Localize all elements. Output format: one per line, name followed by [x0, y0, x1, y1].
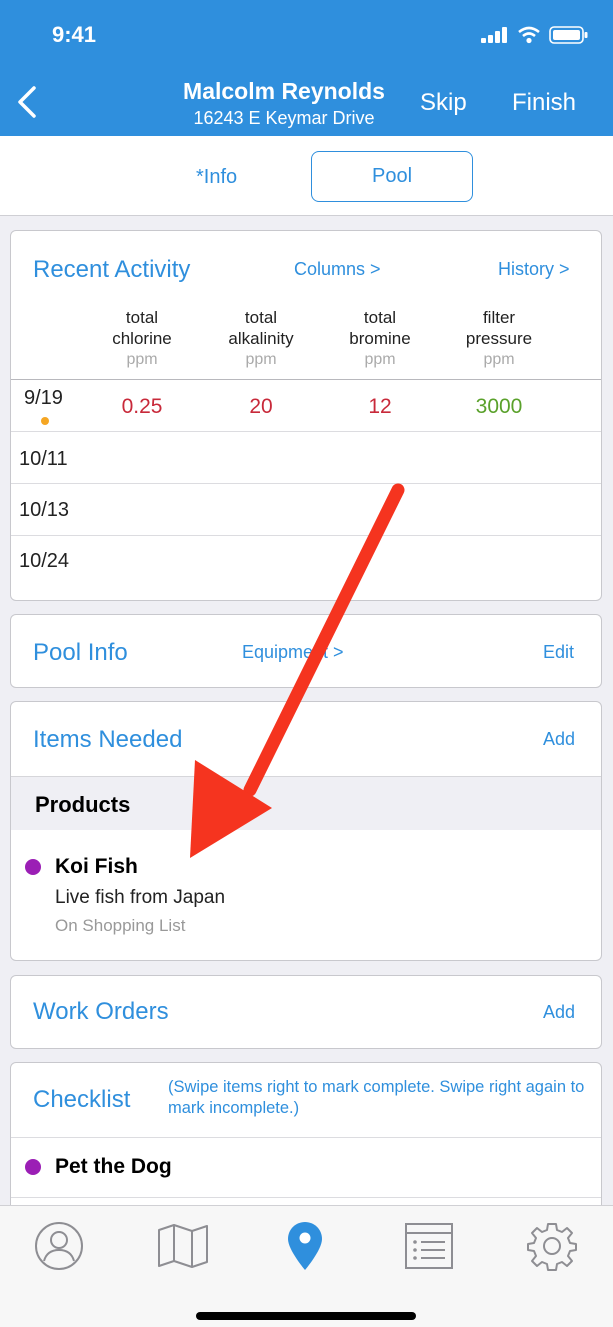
checklist-title: Checklist: [33, 1086, 131, 1113]
column-header-line2: chlorine: [112, 329, 172, 348]
item-description: Live fish from Japan: [55, 887, 226, 908]
add-item-link[interactable]: Add: [543, 729, 575, 750]
products-section-label: Products: [35, 792, 131, 817]
column-header-unit: ppm: [126, 351, 158, 368]
add-work-order-link[interactable]: Add: [543, 1002, 575, 1023]
edit-link[interactable]: Edit: [543, 642, 574, 663]
pool-info-card: Pool Info Equipment > Edit: [10, 614, 602, 688]
home-indicator: [196, 1312, 416, 1320]
tab-pool[interactable]: Pool: [311, 151, 473, 202]
column-header-line1: total: [363, 308, 397, 327]
tab-info[interactable]: *Info: [196, 166, 237, 189]
nav-list[interactable]: [399, 1216, 459, 1276]
row-divider: [11, 431, 601, 432]
profile-icon: [35, 1222, 83, 1270]
table-divider: [11, 379, 601, 380]
column-header-line2: pressure: [465, 329, 533, 348]
battery-icon: [549, 26, 588, 44]
map-icon: [158, 1224, 208, 1268]
table-cell[interactable]: 12: [325, 395, 435, 419]
status-time: 9:41: [52, 22, 97, 47]
row-date[interactable]: 10/11: [19, 448, 68, 471]
row-date[interactable]: 10/24: [19, 550, 69, 573]
list-item[interactable]: Koi Fish Live fish from Japan On Shoppin…: [11, 830, 601, 960]
pool-info-title: Pool Info: [33, 639, 128, 666]
equipment-link[interactable]: Equipment >: [242, 642, 344, 663]
column-header[interactable]: total chlorine ppm: [87, 307, 197, 370]
column-header-unit: ppm: [483, 351, 515, 368]
columns-link[interactable]: Columns >: [294, 259, 381, 280]
checklist-item-name: Pet the Dog: [55, 1155, 172, 1178]
row-divider: [11, 483, 601, 484]
work-orders-title: Work Orders: [33, 998, 169, 1025]
items-needed-card: Items Needed Add Products Koi Fish Live …: [10, 701, 602, 961]
item-dot: [25, 859, 41, 875]
row-date[interactable]: 10/13: [19, 499, 69, 522]
settings-gear-icon: [527, 1223, 577, 1271]
customer-address: 16243 E Keymar Drive: [193, 108, 375, 128]
segment-tabs: *Info Pool: [0, 136, 613, 216]
history-link[interactable]: History >: [498, 259, 570, 280]
customer-name: Malcolm Reynolds: [183, 78, 385, 104]
skip-button[interactable]: Skip: [420, 89, 467, 117]
nav-route[interactable]: [275, 1216, 335, 1276]
item-name: Koi Fish: [55, 855, 138, 878]
nav-profile[interactable]: [29, 1216, 89, 1276]
column-header-unit: ppm: [245, 351, 277, 368]
bottom-nav: [0, 1205, 613, 1327]
chevron-left-icon: [18, 86, 36, 118]
checklist-item[interactable]: Pet the Dog: [11, 1138, 601, 1198]
column-header-line1: filter: [482, 308, 516, 327]
recent-activity-card: Recent Activity Columns > History > tota…: [10, 230, 602, 601]
column-header-unit: ppm: [364, 351, 396, 368]
row-date[interactable]: 9/19: [24, 387, 63, 410]
column-header[interactable]: filter pressure ppm: [444, 307, 554, 370]
column-header[interactable]: total alkalinity ppm: [206, 307, 316, 370]
app-header: 9:41 Malcolm Reynolds 16243 E Keymar Dri…: [0, 0, 613, 136]
wifi-icon: [518, 26, 540, 44]
table-cell[interactable]: 20: [206, 395, 316, 419]
status-dot: [41, 417, 49, 425]
row-divider: [11, 535, 601, 536]
item-status: On Shopping List: [55, 916, 186, 935]
status-icons: [481, 26, 589, 44]
checklist-card: Checklist (Swipe items right to mark com…: [10, 1062, 602, 1222]
column-header[interactable]: total bromine ppm: [325, 307, 435, 370]
items-needed-title: Items Needed: [33, 726, 183, 753]
checklist-divider: [11, 1197, 601, 1198]
table-cell[interactable]: 0.25: [87, 395, 197, 419]
products-section-header: Products: [11, 776, 601, 830]
table-cell[interactable]: 3000: [444, 395, 554, 419]
back-button[interactable]: [14, 84, 42, 120]
column-header-line2: alkalinity: [228, 329, 294, 348]
nav-settings[interactable]: [522, 1216, 582, 1276]
column-header-line1: total: [125, 308, 159, 327]
finish-button[interactable]: Finish: [512, 89, 576, 117]
item-dot: [25, 1159, 41, 1175]
nav-map[interactable]: [153, 1216, 213, 1276]
work-orders-card: Work Orders Add: [10, 975, 602, 1049]
location-pin-icon: [288, 1222, 322, 1270]
list-icon: [405, 1223, 453, 1269]
signal-icon: [481, 27, 507, 43]
recent-activity-title: Recent Activity: [33, 256, 191, 283]
column-header-line1: total: [244, 308, 278, 327]
column-header-line2: bromine: [349, 329, 411, 348]
checklist-instructions: (Swipe items right to mark complete. Swi…: [168, 1078, 585, 1117]
